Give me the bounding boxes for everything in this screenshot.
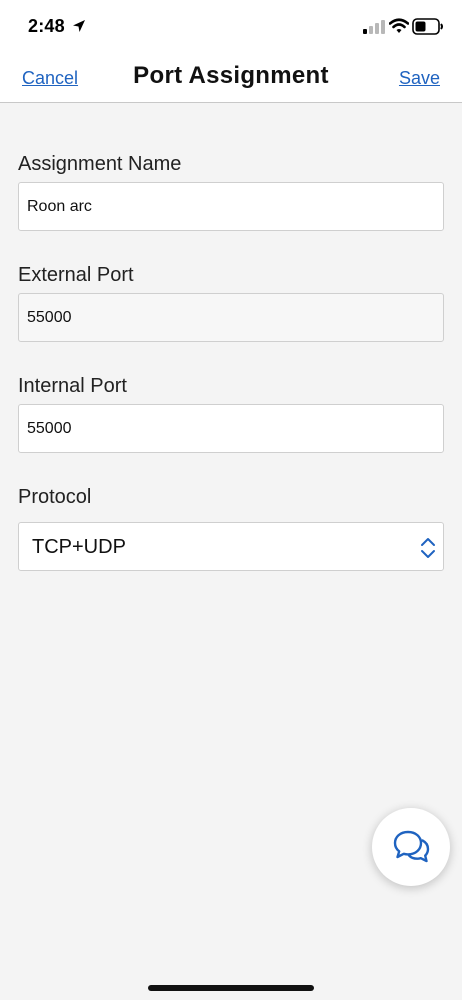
cellular-signal-icon	[363, 20, 385, 34]
assignment-name-label: Assignment Name	[18, 153, 182, 175]
home-indicator	[148, 985, 314, 991]
external-port-label: External Port	[18, 264, 134, 286]
page-title: Port Assignment	[133, 62, 329, 89]
protocol-label: Protocol	[18, 486, 92, 508]
chat-bubbles-icon	[393, 830, 430, 863]
battery-icon	[412, 18, 443, 35]
location-arrow-icon	[73, 20, 85, 32]
assignment-name-field[interactable]	[18, 182, 444, 231]
status-time: 2:48	[28, 16, 65, 36]
external-port-field[interactable]	[18, 293, 444, 342]
chevron-up-down-icon	[421, 538, 435, 558]
wifi-icon	[389, 18, 409, 33]
save-button[interactable]: Save	[399, 68, 440, 89]
nav-bar: Cancel Port Assignment Save	[0, 56, 462, 103]
protocol-selected-value: TCP+UDP	[32, 536, 126, 558]
protocol-select[interactable]: TCP+UDP	[18, 522, 444, 571]
internal-port-field[interactable]	[18, 404, 444, 453]
internal-port-label: Internal Port	[18, 375, 127, 397]
status-bar: 2:48	[0, 0, 462, 56]
chat-button[interactable]	[372, 808, 450, 886]
